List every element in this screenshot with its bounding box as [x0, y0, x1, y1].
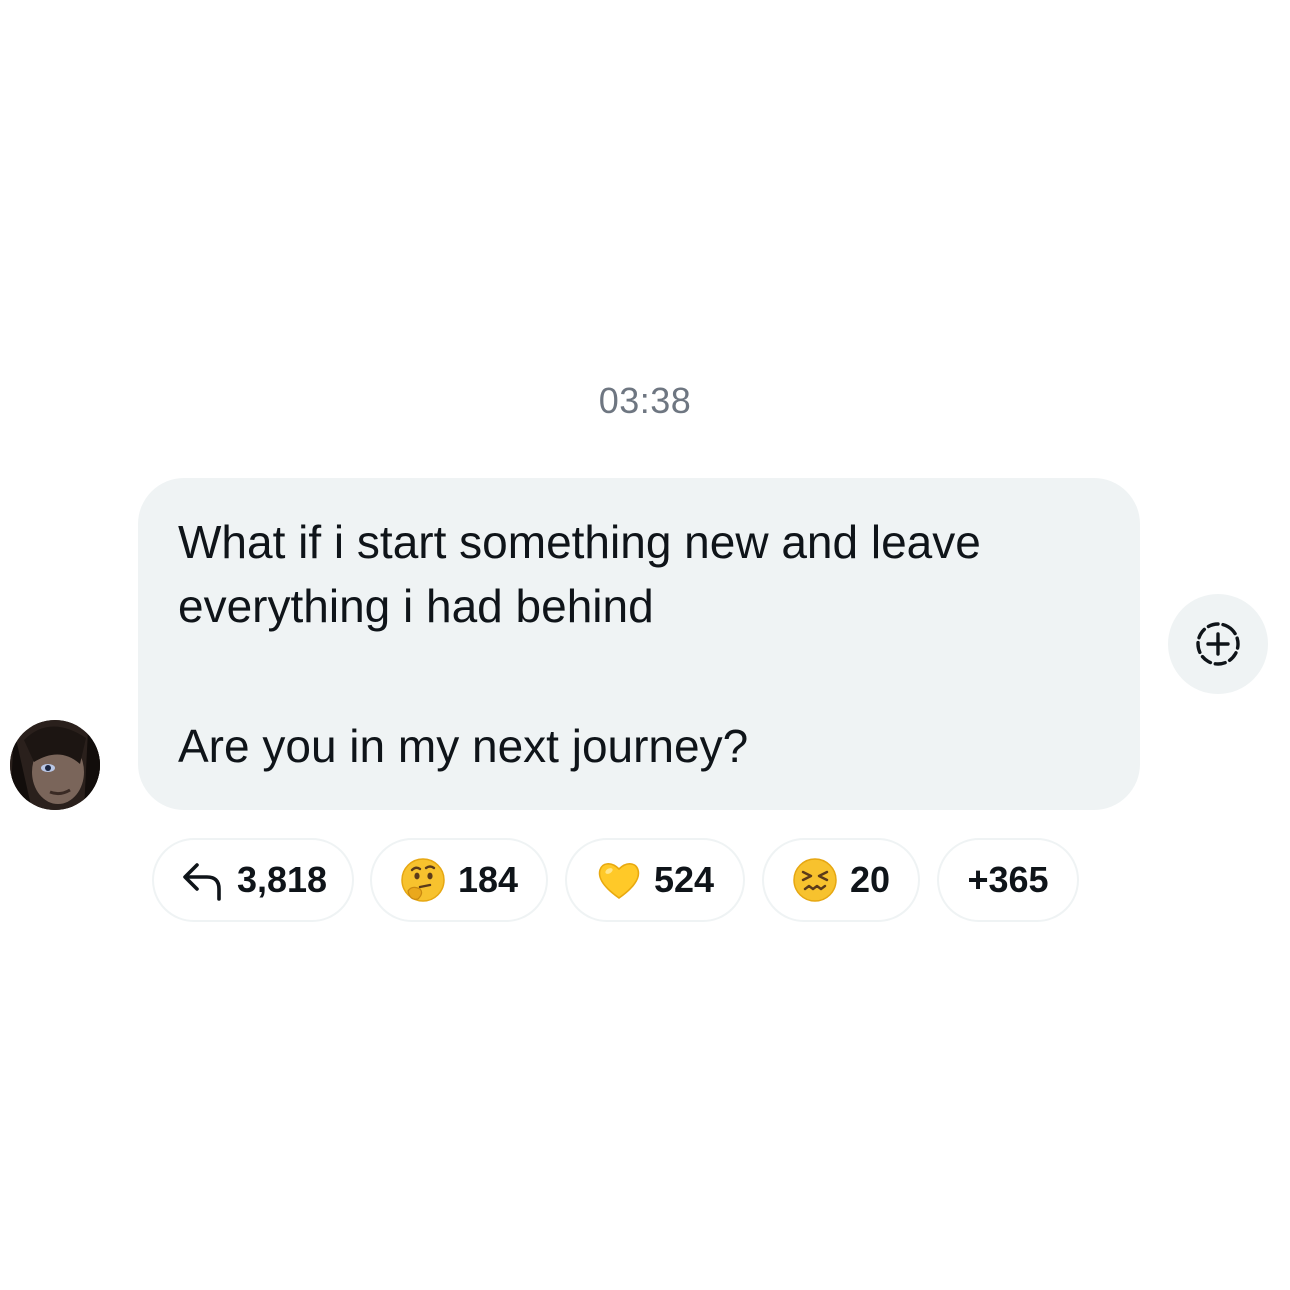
persevering-face-emoji [792, 857, 838, 903]
add-reaction-button[interactable] [1168, 594, 1268, 694]
reaction-chip-persevering[interactable]: 20 [762, 838, 920, 922]
reaction-chip-heart[interactable]: 524 [565, 838, 745, 922]
more-reactions-chip[interactable]: +365 [937, 838, 1079, 922]
add-reaction-icon [1196, 622, 1240, 666]
message-text-line-2: Are you in my next journey? [178, 720, 749, 772]
reply-count-chip[interactable]: 3,818 [152, 838, 354, 922]
reply-arrow-icon [179, 857, 225, 903]
avatar[interactable] [10, 720, 100, 810]
reaction-count-heart: 524 [653, 859, 715, 900]
reaction-chip-thinking[interactable]: 184 [370, 838, 548, 922]
reaction-count-persevering: 20 [849, 859, 891, 900]
yellow-heart-emoji [596, 857, 642, 903]
more-reactions-count: +365 [967, 859, 1049, 900]
message-text-line-1: What if i start something new and leave … [178, 516, 981, 632]
reaction-count-thinking: 184 [457, 859, 519, 900]
reply-count: 3,818 [236, 859, 328, 900]
reaction-bar: 3,818 184 524 20 +365 [0, 838, 1290, 924]
message-bubble[interactable]: What if i start something new and leave … [138, 478, 1140, 810]
avatar-photo [10, 720, 100, 810]
thinking-face-emoji [400, 857, 446, 903]
message-timestamp: 03:38 [598, 380, 692, 421]
